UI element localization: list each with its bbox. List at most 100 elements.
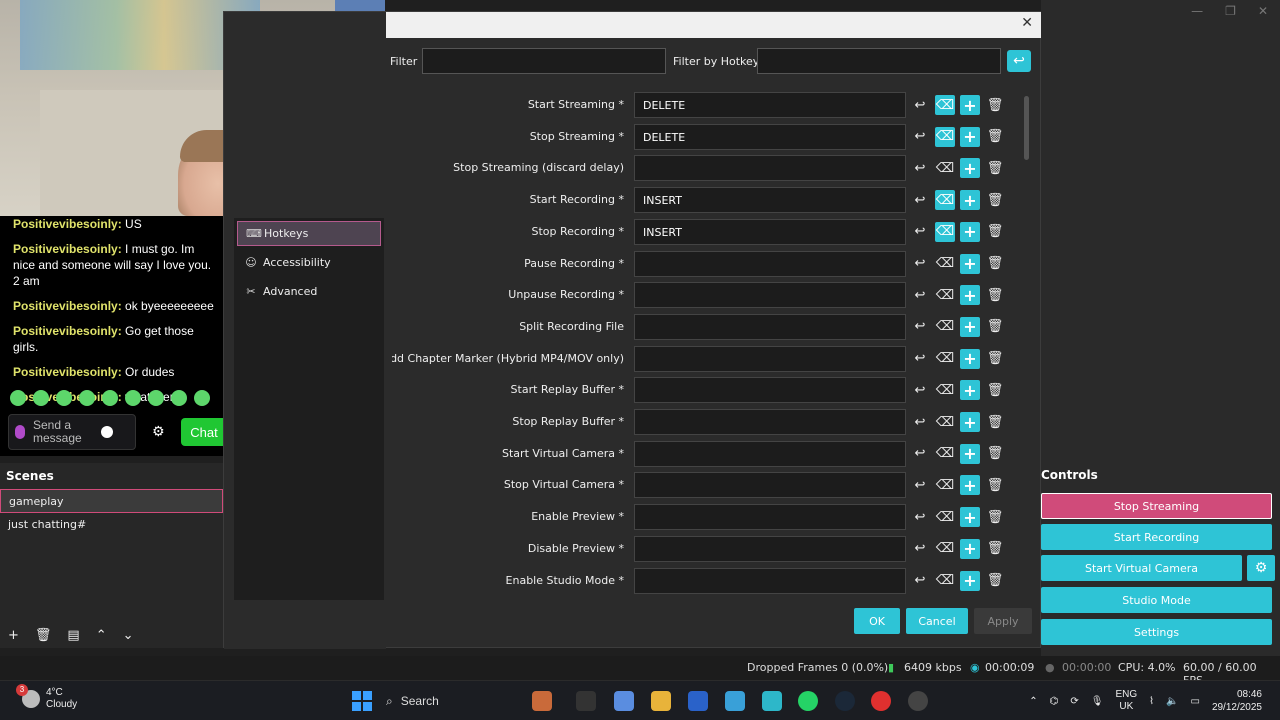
trash-icon[interactable]: 🗑 bbox=[985, 285, 1005, 305]
chat-username[interactable]: Positivevibesoinly: bbox=[13, 217, 122, 231]
revert-icon[interactable]: ↩ bbox=[910, 412, 930, 432]
clear-icon[interactable]: ⌫ bbox=[935, 507, 955, 527]
hotkey-input[interactable] bbox=[634, 535, 906, 562]
trash-icon[interactable]: 🗑 bbox=[985, 412, 1005, 432]
revert-icon[interactable]: ↩ bbox=[910, 349, 930, 369]
revert-icon[interactable]: ↩ bbox=[910, 475, 930, 495]
file-explorer-icon[interactable] bbox=[651, 691, 671, 711]
clear-icon[interactable]: ⌫ bbox=[935, 412, 955, 432]
clear-icon[interactable]: ⌫ bbox=[935, 190, 955, 211]
obs-icon[interactable] bbox=[908, 691, 928, 711]
app-icon[interactable] bbox=[532, 691, 552, 711]
revert-icon[interactable]: ↩ bbox=[910, 285, 930, 305]
start-virtual-camera-button[interactable]: Start Virtual Camera bbox=[1041, 555, 1242, 581]
add-icon[interactable]: + bbox=[960, 475, 980, 496]
trash-icon[interactable]: 🗑 bbox=[985, 571, 1005, 591]
hotkey-input[interactable] bbox=[634, 250, 906, 277]
scrollbar[interactable] bbox=[1024, 96, 1029, 160]
add-icon[interactable]: + bbox=[960, 380, 980, 401]
add-icon[interactable]: + bbox=[960, 570, 980, 591]
hotkey-input[interactable]: DELETE bbox=[634, 123, 906, 150]
hotkey-input[interactable] bbox=[634, 282, 906, 309]
trash-icon[interactable]: 🗑 bbox=[985, 190, 1005, 210]
close-icon[interactable]: ✕ bbox=[1021, 15, 1033, 31]
trash-icon[interactable]: 🗑 bbox=[985, 95, 1005, 115]
emote-icon[interactable] bbox=[125, 390, 141, 406]
clear-icon[interactable]: ⌫ bbox=[935, 349, 955, 369]
revert-icon[interactable]: ↩ bbox=[910, 95, 930, 115]
clear-icon[interactable]: ⌫ bbox=[935, 285, 955, 305]
filter-icon[interactable]: ▤ bbox=[67, 628, 79, 643]
emote-icon[interactable] bbox=[56, 390, 72, 406]
scene-item[interactable]: just chatting# bbox=[0, 513, 223, 537]
chat-username[interactable]: Positivevibesoinly: bbox=[13, 299, 122, 313]
emote-icon[interactable] bbox=[194, 390, 210, 406]
whatsapp-icon[interactable] bbox=[798, 691, 818, 711]
emote-icon[interactable] bbox=[171, 390, 187, 406]
chevron-up-icon[interactable]: ⌃ bbox=[1029, 696, 1037, 707]
hotkey-input[interactable] bbox=[634, 155, 906, 182]
revert-icon[interactable]: ↩ bbox=[910, 158, 930, 178]
steam-icon[interactable] bbox=[835, 691, 855, 711]
apply-button[interactable]: Apply bbox=[974, 608, 1032, 634]
emote-icon[interactable] bbox=[148, 390, 164, 406]
filter-input[interactable] bbox=[422, 48, 666, 74]
hotkey-input[interactable] bbox=[634, 567, 906, 594]
trash-icon[interactable]: 🗑 bbox=[985, 539, 1005, 559]
hotkey-input[interactable] bbox=[634, 313, 906, 340]
add-icon[interactable]: + bbox=[960, 285, 980, 306]
copilot-icon[interactable] bbox=[614, 691, 634, 711]
trash-icon[interactable]: 🗑 bbox=[985, 317, 1005, 337]
store-icon[interactable] bbox=[688, 691, 708, 711]
add-icon[interactable]: + bbox=[960, 348, 980, 369]
cancel-button[interactable]: Cancel bbox=[906, 608, 968, 634]
add-icon[interactable]: + bbox=[960, 538, 980, 559]
add-icon[interactable]: + bbox=[960, 126, 980, 147]
clear-icon[interactable]: ⌫ bbox=[935, 254, 955, 274]
task-view-icon[interactable] bbox=[576, 691, 596, 711]
clear-icon[interactable]: ⌫ bbox=[935, 380, 955, 400]
windows-start-icon[interactable] bbox=[352, 691, 372, 711]
mic-icon[interactable] bbox=[15, 425, 25, 439]
close-icon[interactable]: ✕ bbox=[1258, 4, 1268, 18]
revert-icon[interactable]: ↩ bbox=[910, 127, 930, 147]
app-icon[interactable] bbox=[762, 691, 782, 711]
browser-icon[interactable] bbox=[725, 691, 745, 711]
weather-widget[interactable]: 3 4°C Cloudy bbox=[16, 684, 77, 711]
clear-icon[interactable]: ⌫ bbox=[935, 126, 955, 147]
ok-button[interactable]: OK bbox=[854, 608, 900, 634]
chat-username[interactable]: Positivevibesoinly: bbox=[13, 324, 122, 338]
chat-username[interactable]: Positivevibesoinly: bbox=[13, 365, 122, 379]
dialog-titlebar[interactable]: ✕ bbox=[386, 12, 1041, 38]
add-icon[interactable]: + bbox=[960, 221, 980, 242]
trash-icon[interactable]: 🗑 bbox=[985, 380, 1005, 400]
minimize-icon[interactable]: — bbox=[1191, 4, 1203, 18]
add-icon[interactable]: + bbox=[960, 507, 980, 528]
revert-icon[interactable]: ↩ bbox=[910, 507, 930, 527]
revert-icon[interactable]: ↩ bbox=[910, 317, 930, 337]
settings-button[interactable]: Settings bbox=[1041, 619, 1272, 645]
hotkey-input[interactable] bbox=[634, 504, 906, 531]
filter-hotkey-input[interactable] bbox=[757, 48, 1001, 74]
add-icon[interactable]: + bbox=[8, 628, 19, 643]
emote-icon[interactable] bbox=[79, 390, 95, 406]
clear-icon[interactable]: ⌫ bbox=[935, 539, 955, 559]
revert-icon[interactable]: ↩ bbox=[910, 254, 930, 274]
start-recording-button[interactable]: Start Recording bbox=[1041, 524, 1272, 550]
add-icon[interactable]: + bbox=[960, 158, 980, 179]
hotkey-input[interactable] bbox=[634, 409, 906, 435]
trash-icon[interactable]: 🗑 bbox=[985, 507, 1005, 527]
clear-icon[interactable]: ⌫ bbox=[935, 571, 955, 591]
trash-icon[interactable]: 🗑 bbox=[985, 254, 1005, 274]
nav-item-advanced[interactable]: ✂ Advanced bbox=[237, 279, 381, 304]
trash-icon[interactable]: 🗑 bbox=[985, 349, 1005, 369]
clear-icon[interactable]: ⌫ bbox=[935, 158, 955, 178]
studio-mode-button[interactable]: Studio Mode bbox=[1041, 587, 1272, 613]
hotkey-input[interactable]: DELETE bbox=[634, 92, 906, 118]
clear-icon[interactable]: ⌫ bbox=[935, 444, 955, 464]
emote-icon[interactable] bbox=[10, 390, 26, 406]
add-icon[interactable]: + bbox=[960, 190, 980, 211]
opera-icon[interactable] bbox=[871, 691, 891, 711]
network-icon[interactable]: ⌬ bbox=[1050, 696, 1059, 707]
volume-icon[interactable]: 🔈 bbox=[1166, 696, 1178, 707]
